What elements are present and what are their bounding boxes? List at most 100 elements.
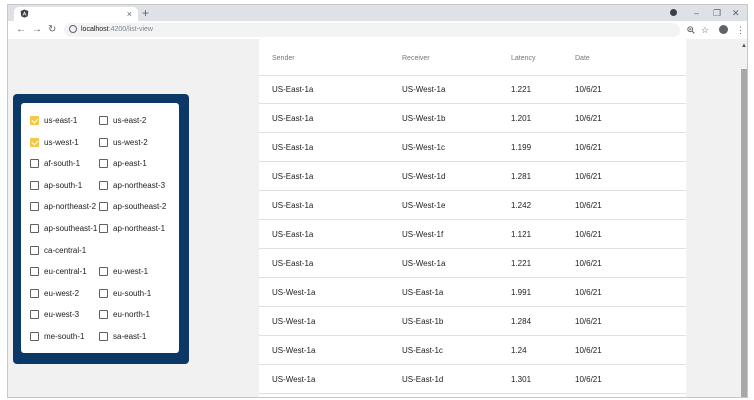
close-window-button[interactable]: ✕ (732, 6, 740, 20)
checkbox-label: ap-southeast-2 (113, 202, 167, 212)
url-text: localhost:4200/list-view (81, 23, 153, 37)
cell-latency: 1.199 (511, 143, 532, 152)
page-content: us-east-1 us-east-2 us-west-1 us-west-2 af-s… (8, 39, 739, 397)
column-header-latency[interactable]: Latency (511, 54, 536, 64)
checkbox-label: af-south-1 (44, 159, 81, 169)
region-filter-list: us-east-1 us-east-2 us-west-1 us-west-2 af-s… (21, 103, 179, 353)
cell-receiver: US-West-1d (402, 172, 446, 181)
cell-receiver: US-East-1a (402, 288, 444, 297)
cell-receiver: US-West-1b (402, 114, 446, 123)
checkbox-label: ca-central-1 (44, 245, 87, 255)
table-row[interactable]: US-East-1a US-West-1c 1.199 10/6/21 (259, 133, 686, 162)
cell-date: 10/6/21 (575, 346, 602, 355)
cell-sender: US-East-1a (272, 114, 314, 123)
app-logo-icon (20, 9, 29, 18)
column-header-sender[interactable]: Sender (272, 54, 295, 64)
minimize-button[interactable]: – (694, 6, 699, 20)
cell-sender: US-West-1a (272, 288, 316, 297)
cell-receiver: US-West-1a (402, 259, 446, 268)
checkbox-box[interactable] (99, 310, 108, 320)
checkbox-box[interactable] (30, 180, 39, 190)
column-header-receiver[interactable]: Receiver (402, 54, 430, 64)
table-row[interactable]: US-East-1a US-West-1a 1.221 10/6/21 (259, 75, 686, 104)
checkbox-box[interactable] (99, 137, 108, 147)
column-header-date[interactable]: Date (575, 54, 590, 64)
checkbox-label: ap-northeast-1 (113, 224, 166, 233)
reload-icon[interactable]: ↻ (48, 22, 56, 38)
record-icon[interactable] (670, 9, 677, 16)
url-path: :4200/list-view (108, 26, 153, 33)
checkbox-box[interactable] (99, 116, 108, 125)
cell-receiver: US-East-1b (402, 317, 444, 326)
table-row[interactable]: US-West-1a US-East-1b 1.284 10/6/21 (259, 307, 686, 336)
scrollbar-thumb[interactable] (741, 69, 747, 397)
table-row[interactable]: US-East-1a US-West-1d 1.281 10/6/21 (259, 162, 686, 191)
cell-date: 10/6/21 (575, 85, 602, 94)
checkbox-label: us-east-2 (113, 116, 147, 125)
cell-latency: 1.121 (511, 230, 532, 239)
row-divider (259, 393, 686, 394)
checkbox-box[interactable] (30, 267, 39, 277)
checkbox-label: us-west-2 (113, 137, 148, 147)
checkbox-box[interactable] (30, 137, 39, 147)
table-row[interactable]: US-East-1a US-West-1f 1.121 10/6/21 (259, 220, 686, 249)
checkbox-box[interactable] (30, 202, 39, 212)
checkbox-label: eu-south-1 (113, 288, 152, 298)
checkbox-box[interactable] (99, 267, 108, 277)
checkbox-label: ap-southeast-1 (44, 224, 98, 233)
checkbox-box[interactable] (30, 288, 39, 298)
zoom-icon[interactable] (687, 26, 695, 34)
checkbox-box[interactable] (99, 224, 108, 233)
back-arrow-icon[interactable]: ← (16, 22, 26, 38)
table-row[interactable]: US-East-1a US-West-1b 1.201 10/6/21 (259, 104, 686, 133)
checkbox-box[interactable] (99, 180, 108, 190)
menu-kebab-icon[interactable]: ⋮ (736, 22, 745, 38)
new-tab-button[interactable]: + (142, 6, 149, 20)
cell-date: 10/6/21 (575, 172, 602, 181)
table-row[interactable]: US-East-1a US-West-1a 1.221 10/6/21 (259, 249, 686, 278)
maximize-button[interactable]: ❐ (713, 6, 721, 20)
cell-sender: US-West-1a (272, 317, 316, 326)
cell-receiver: US-West-1a (402, 85, 446, 94)
forward-arrow-icon[interactable]: → (32, 22, 42, 38)
cell-receiver: US-East-1c (402, 346, 443, 355)
checkbox-label: sa-east-1 (113, 332, 147, 341)
checkbox-label: eu-west-3 (44, 310, 80, 320)
cell-sender: US-East-1a (272, 172, 314, 181)
checkbox-box[interactable] (30, 224, 39, 233)
cell-sender: US-East-1a (272, 143, 314, 152)
checkbox-label: ap-northeast-2 (44, 202, 97, 212)
cell-date: 10/6/21 (575, 201, 602, 210)
address-bar[interactable]: localhost:4200/list-view (64, 23, 680, 37)
table-row[interactable]: US-West-1a US-East-1a 1.991 10/6/21 (259, 278, 686, 307)
checkbox-box[interactable] (99, 332, 108, 341)
cell-date: 10/6/21 (575, 375, 602, 384)
page-scrollbar[interactable]: ▲ (739, 39, 747, 397)
table-row[interactable]: US-East-1a US-West-1e 1.242 10/6/21 (259, 191, 686, 220)
checkbox-box[interactable] (30, 245, 39, 255)
scroll-up-arrow-icon[interactable]: ▲ (741, 43, 747, 49)
checkbox-box[interactable] (30, 159, 39, 169)
cell-latency: 1.301 (511, 375, 532, 384)
cell-date: 10/6/21 (575, 317, 602, 326)
table-row[interactable]: US-West-1a US-East-1d 1.301 10/6/21 (259, 365, 686, 394)
cell-latency: 1.24 (511, 346, 527, 355)
cell-date: 10/6/21 (575, 230, 602, 239)
checkbox-box[interactable] (99, 288, 108, 298)
profile-avatar-icon[interactable] (719, 25, 728, 34)
checkbox-box[interactable] (30, 332, 39, 341)
checkbox-box[interactable] (99, 202, 108, 212)
tab-close-icon[interactable]: × (127, 7, 132, 21)
checkbox-box[interactable] (99, 159, 108, 169)
checkbox-label: us-east-1 (44, 116, 78, 125)
bookmark-star-icon[interactable]: ☆ (701, 22, 709, 38)
cell-receiver: US-West-1f (402, 230, 444, 239)
browser-tab[interactable]: × (14, 7, 138, 21)
checkbox-label: ap-south-1 (44, 180, 83, 190)
checkbox-box[interactable] (30, 310, 39, 320)
checkbox-box[interactable] (30, 116, 39, 125)
url-host: localhost (81, 26, 109, 33)
site-info-icon[interactable] (69, 25, 77, 33)
table-row[interactable]: US-West-1a US-East-1c 1.24 10/6/21 (259, 336, 686, 365)
checkbox-label: eu-central-1 (44, 267, 87, 277)
